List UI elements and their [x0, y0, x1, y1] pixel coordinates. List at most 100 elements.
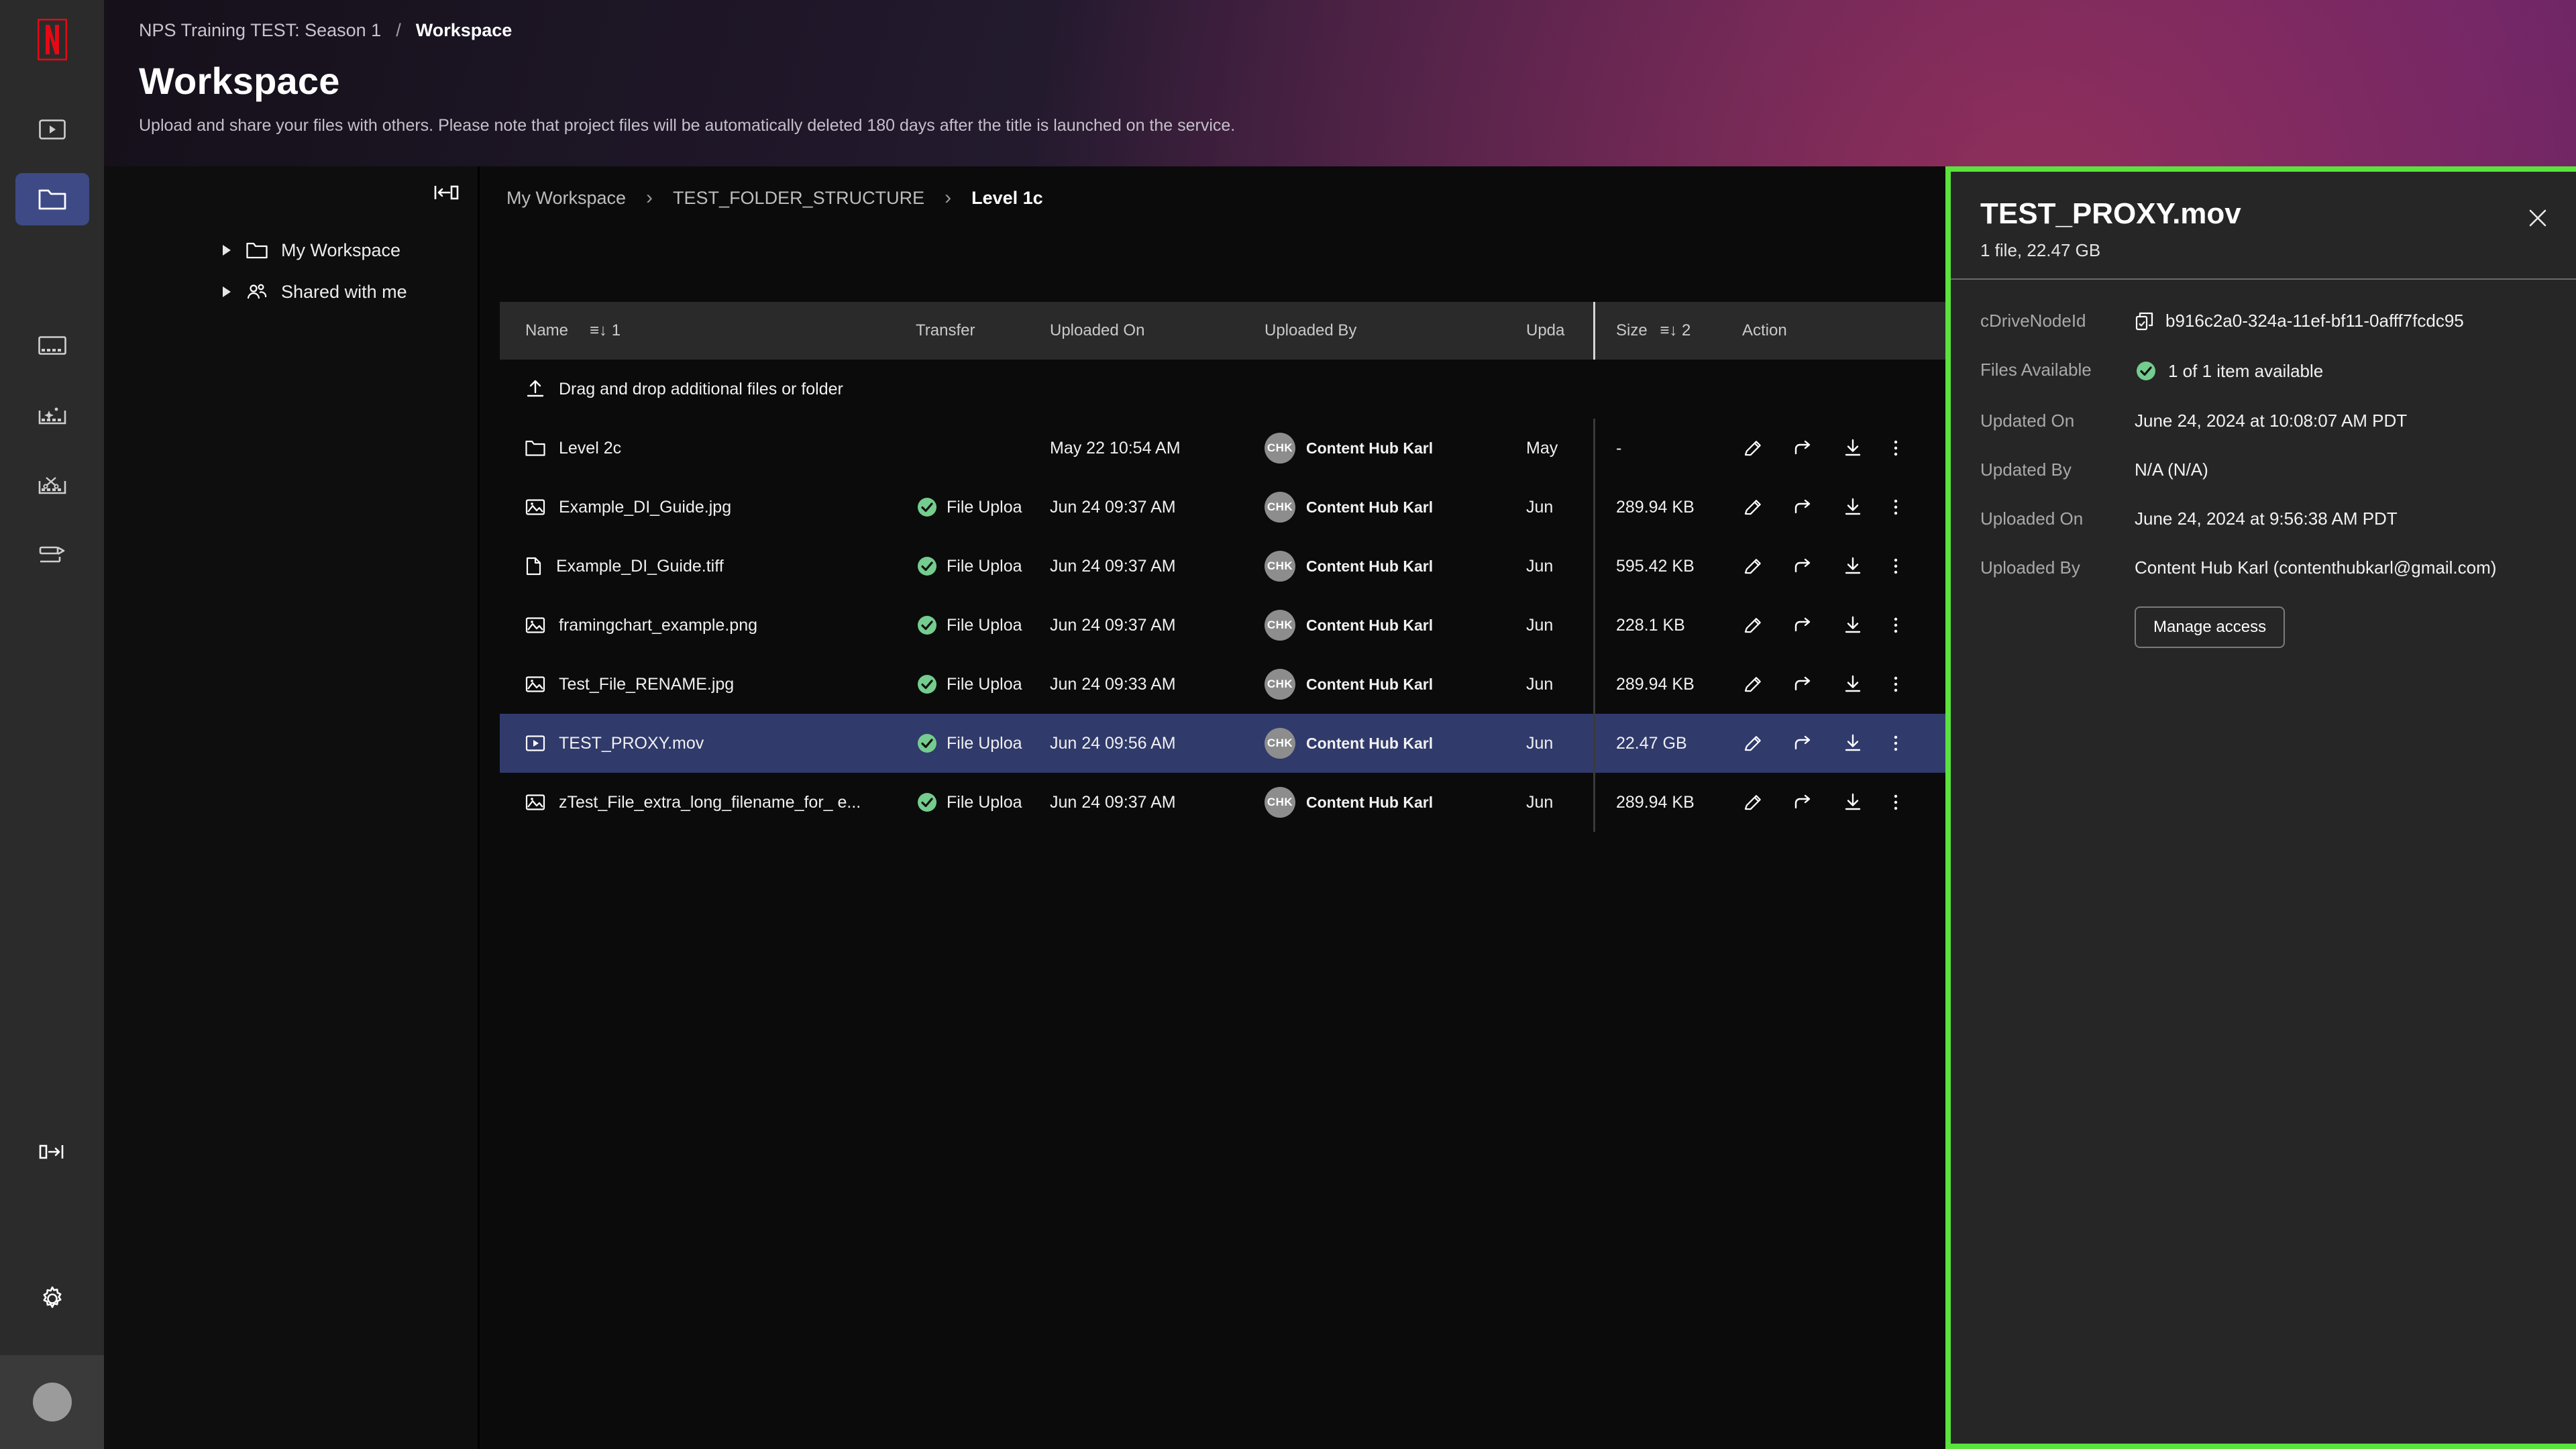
transfer-status-label: File Uploa: [947, 792, 1022, 812]
cell-name[interactable]: Test_File_RENAME.jpg: [500, 675, 916, 694]
breadcrumb-item-test-folder-structure[interactable]: TEST_FOLDER_STRUCTURE: [673, 188, 924, 209]
main-column: NPS Training TEST: Season 1 / Workspace …: [104, 0, 2576, 1449]
avatar: CHK: [1265, 433, 1295, 464]
column-resize-divider[interactable]: [1593, 302, 1595, 360]
share-arrow-icon[interactable]: [1792, 732, 1815, 755]
tree-collapse-button[interactable]: [432, 182, 460, 206]
sidebar-item-my-workspace[interactable]: My Workspace: [104, 229, 478, 271]
breadcrumb-item-title[interactable]: NPS Training TEST: Season 1: [139, 20, 381, 41]
settings-button[interactable]: [40, 1286, 65, 1315]
file-name-label: Example_DI_Guide.jpg: [559, 497, 732, 517]
document-icon: [525, 557, 543, 576]
cell-size: 289.94 KB: [1616, 792, 1695, 812]
folder-icon: [525, 439, 545, 457]
uploader-name-label: Content Hub Karl: [1306, 557, 1434, 575]
user-avatar-button[interactable]: [0, 1355, 104, 1449]
pencil-icon[interactable]: [1742, 555, 1765, 578]
sidebar-item-player[interactable]: [15, 103, 89, 156]
column-divider: [1593, 773, 1595, 832]
more-vertical-icon[interactable]: [1891, 614, 1900, 637]
download-icon[interactable]: [1841, 614, 1864, 637]
manage-access-button[interactable]: Manage access: [2135, 606, 2286, 648]
column-header-transfer[interactable]: Transfer: [916, 321, 1050, 340]
film-strip-sparkle-icon: [38, 405, 66, 425]
sidebar-item-film-enhance[interactable]: [15, 389, 89, 441]
check-circle-icon: [916, 614, 938, 637]
sort-indicator-size[interactable]: ≡↓ 2: [1660, 321, 1690, 340]
image-icon: [525, 498, 545, 516]
copy-icon[interactable]: [2135, 311, 2155, 331]
cell-name[interactable]: zTest_File_extra_long_filename_for_ e...: [500, 793, 916, 812]
cell-uploaded-by: CHK Content Hub Karl: [1265, 551, 1526, 582]
share-arrow-icon[interactable]: [1792, 555, 1815, 578]
share-arrow-icon[interactable]: [1792, 791, 1815, 814]
detail-field-label: Files Available: [1980, 360, 2092, 380]
download-icon[interactable]: [1841, 555, 1864, 578]
column-divider: [1593, 596, 1595, 655]
column-divider: [1593, 478, 1595, 537]
download-icon[interactable]: [1841, 732, 1864, 755]
more-vertical-icon[interactable]: [1891, 437, 1900, 460]
download-icon[interactable]: [1841, 673, 1864, 696]
close-icon[interactable]: [2526, 207, 2549, 234]
sidebar-item-film-cut[interactable]: [15, 459, 89, 511]
transfer-status-label: File Uploa: [947, 674, 1022, 694]
cell-uploaded-by: CHK Content Hub Karl: [1265, 669, 1526, 700]
detail-field-label: Uploaded On: [1980, 508, 2084, 529]
sort-indicator-name[interactable]: ≡↓ 1: [590, 321, 621, 340]
column-header-updated-on[interactable]: Upda: [1526, 321, 1593, 340]
column-label-size: Size: [1616, 321, 1648, 339]
cell-name[interactable]: Level 2c: [500, 439, 916, 458]
breadcrumb-separator: ›: [945, 186, 952, 209]
transfer-status-label: File Uploa: [947, 615, 1022, 635]
rail-icon-list: [0, 103, 104, 581]
column-header-name[interactable]: Name ≡↓ 1: [500, 321, 916, 340]
sidebar-item-workspace[interactable]: [15, 173, 89, 225]
sidebar-item-transfer[interactable]: [15, 529, 89, 581]
more-vertical-icon[interactable]: [1891, 673, 1900, 696]
more-vertical-icon[interactable]: [1891, 791, 1900, 814]
sidebar-item-shared-with-me[interactable]: Shared with me: [104, 271, 478, 313]
cell-name[interactable]: framingchart_example.png: [500, 616, 916, 635]
video-icon: [525, 735, 545, 752]
pencil-icon[interactable]: [1742, 732, 1765, 755]
page-banner: NPS Training TEST: Season 1 / Workspace …: [104, 0, 2576, 166]
share-arrow-icon[interactable]: [1792, 614, 1815, 637]
rail-expand-button[interactable]: [38, 1142, 66, 1165]
avatar: CHK: [1265, 492, 1295, 523]
pencil-icon[interactable]: [1742, 437, 1765, 460]
download-icon[interactable]: [1841, 496, 1864, 519]
column-header-uploaded-on[interactable]: Uploaded On: [1050, 321, 1265, 340]
cell-transfer: File Uploa: [916, 555, 1050, 578]
more-vertical-icon[interactable]: [1891, 555, 1900, 578]
more-vertical-icon[interactable]: [1891, 496, 1900, 519]
breadcrumb-item-workspace[interactable]: Workspace: [416, 20, 513, 41]
chevron-right-icon[interactable]: [221, 245, 233, 256]
breadcrumb-item-level-1c[interactable]: Level 1c: [971, 188, 1043, 209]
sidebar-item-film[interactable]: [15, 319, 89, 372]
pencil-icon[interactable]: [1742, 496, 1765, 519]
pencil-icon[interactable]: [1742, 673, 1765, 696]
dropzone-cell[interactable]: Drag and drop additional files or folder: [500, 379, 916, 399]
column-divider: [1593, 714, 1595, 773]
cell-size: 595.42 KB: [1616, 556, 1695, 576]
column-divider: [1593, 419, 1595, 478]
netflix-logo-icon[interactable]: [33, 19, 72, 60]
column-header-size[interactable]: Size ≡↓ 2: [1593, 321, 1727, 340]
breadcrumb-item-my-workspace[interactable]: My Workspace: [506, 188, 626, 209]
share-arrow-icon[interactable]: [1792, 437, 1815, 460]
pencil-icon[interactable]: [1742, 614, 1765, 637]
download-icon[interactable]: [1841, 437, 1864, 460]
pencil-icon[interactable]: [1742, 791, 1765, 814]
share-arrow-icon[interactable]: [1792, 673, 1815, 696]
cell-name[interactable]: TEST_PROXY.mov: [500, 734, 916, 753]
cell-name[interactable]: Example_DI_Guide.jpg: [500, 498, 916, 517]
check-circle-icon: [2135, 360, 2157, 382]
download-icon[interactable]: [1841, 791, 1864, 814]
check-circle-icon: [916, 673, 938, 696]
share-arrow-icon[interactable]: [1792, 496, 1815, 519]
more-vertical-icon[interactable]: [1891, 732, 1900, 755]
cell-name[interactable]: Example_DI_Guide.tiff: [500, 557, 916, 576]
chevron-right-icon[interactable]: [221, 286, 233, 297]
column-header-uploaded-by[interactable]: Uploaded By: [1265, 321, 1526, 340]
